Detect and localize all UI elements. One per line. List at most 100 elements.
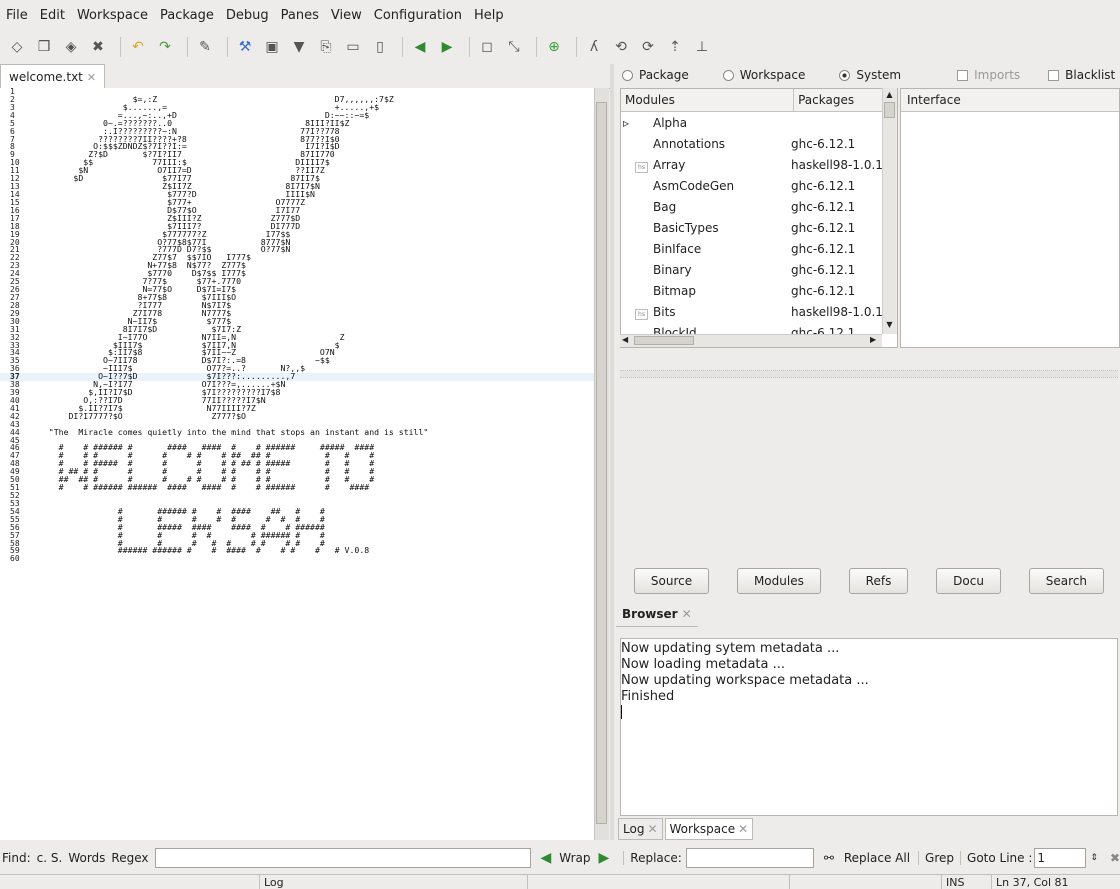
module-row[interactable]: Binary ghc-6.12.1 [621, 259, 897, 280]
debug-icon[interactable]: ʎ [583, 36, 605, 58]
module-row[interactable]: AsmCodeGen ghc-6.12.1 [621, 175, 897, 196]
menu-panes[interactable]: Panes [275, 8, 325, 23]
code-area[interactable]: $=,:Z D7,,,,,,:7$Z $......,= +.....,+$ =… [34, 88, 594, 840]
replace-input[interactable] [685, 848, 814, 868]
modules-button[interactable]: Modules [736, 568, 821, 594]
stop-icon[interactable]: ⊥ [691, 36, 713, 58]
info-divider[interactable] [620, 370, 1118, 378]
menu-view[interactable]: View [325, 8, 368, 23]
insert-mode: INS [942, 875, 992, 889]
checkbox-imports[interactable]: Imports [957, 68, 1020, 82]
menu-workspace[interactable]: Workspace [71, 8, 154, 23]
module-row[interactable]: Annotations ghc-6.12.1 [621, 133, 897, 154]
wrap-toggle[interactable]: Wrap [559, 851, 590, 865]
open-file-icon[interactable]: ❒ [33, 36, 55, 58]
words-toggle[interactable]: Words [68, 851, 105, 865]
build-icon[interactable]: ⚒ [234, 36, 256, 58]
radio-workspace[interactable]: Workspace [717, 68, 805, 82]
install-icon[interactable]: ▼ [288, 36, 310, 58]
back-arrow-icon[interactable]: ◀ [409, 36, 431, 58]
close-file-icon[interactable]: ✖ [87, 36, 109, 58]
menu-debug[interactable]: Debug [220, 8, 275, 23]
tool-icon[interactable]: ⤡ [503, 36, 525, 58]
modules-header: Modules Packages [621, 89, 897, 112]
source-button[interactable]: Source [633, 568, 710, 594]
close-tab-icon[interactable]: ✕ [87, 71, 96, 84]
log-output[interactable]: Now updating sytem metadata ... Now load… [620, 638, 1118, 816]
module-row[interactable]: hs Array haskell98-1.0.1 [621, 154, 897, 175]
checkbox-blacklist[interactable]: Blacklist [1048, 68, 1115, 82]
modules-scrollbar[interactable]: ▲ ▼ [882, 88, 897, 334]
run-icon[interactable]: ▣ [261, 36, 283, 58]
goto-line-input[interactable]: 1 [1034, 848, 1087, 868]
modules-column-header[interactable]: Modules [621, 89, 795, 111]
replace-all-button[interactable]: Replace All [844, 851, 910, 865]
scroll-right-icon[interactable]: ▶ [870, 335, 876, 344]
find-input[interactable] [154, 848, 531, 868]
scroll-left-icon[interactable]: ◀ [622, 335, 628, 344]
expander-icon[interactable]: ▹ [623, 116, 629, 130]
module-cell: hs Array [621, 158, 791, 173]
pane-splitter[interactable] [610, 64, 614, 840]
redo-icon[interactable]: ↷ [154, 36, 176, 58]
close-tab-icon[interactable]: ✕ [682, 607, 692, 621]
interface-header[interactable]: Interface [901, 89, 1119, 112]
search-button[interactable]: Search [1028, 568, 1105, 594]
module-row[interactable]: hs Bits haskell98-1.0.1 [621, 301, 897, 322]
step-icon[interactable]: ⟲ [610, 36, 632, 58]
editor-tab[interactable]: welcome.txt ✕ [0, 64, 106, 89]
find-next-icon[interactable]: ▶ [599, 850, 610, 866]
modules-hscroll-thumb[interactable] [634, 336, 694, 345]
menu-help[interactable]: Help [468, 8, 510, 23]
module-row[interactable]: Bag ghc-6.12.1 [621, 196, 897, 217]
module-cell: Bag [621, 200, 791, 214]
scroll-down-icon[interactable]: ▼ [884, 320, 895, 331]
radio-package[interactable]: Package [616, 68, 689, 82]
tab-workspace[interactable]: Workspace ✕ [664, 818, 754, 840]
browser-pane-tab[interactable]: Browser ✕ [616, 602, 698, 627]
module-row[interactable]: BasicTypes ghc-6.12.1 [621, 217, 897, 238]
editor-scroll-thumb[interactable] [596, 102, 607, 824]
editor-scrollbar[interactable] [594, 88, 609, 840]
forward-arrow-icon[interactable]: ▶ [436, 36, 458, 58]
close-tab-icon[interactable]: ✕ [647, 822, 657, 836]
step-over-icon[interactable]: ⟳ [637, 36, 659, 58]
close-findbar-icon[interactable]: ✖ [1110, 851, 1120, 865]
add-icon[interactable]: ⊕ [543, 36, 565, 58]
regex-toggle[interactable]: Regex [111, 851, 148, 865]
module-name: Bag [653, 199, 677, 214]
radio-dot [622, 69, 633, 81]
scroll-up-icon[interactable]: ▲ [884, 90, 895, 101]
toggle-panel-icon[interactable]: ◻ [476, 36, 498, 58]
save-file-icon[interactable]: ◈ [60, 36, 82, 58]
module-row[interactable]: Bitmap ghc-6.12.1 [621, 280, 897, 301]
menu-file[interactable]: File [0, 8, 34, 23]
close-tab-icon[interactable]: ✕ [738, 822, 748, 836]
grep-button[interactable]: Grep [918, 851, 954, 865]
clean-icon[interactable]: ✎ [194, 36, 216, 58]
spinner-icon[interactable]: ⇕ [1090, 853, 1098, 863]
radio-system[interactable]: System [833, 68, 901, 82]
line-number: 5 [10, 118, 15, 128]
step-out-icon[interactable]: ⇡ [664, 36, 686, 58]
window-icon[interactable]: ▭ [342, 36, 364, 58]
find-previous-icon[interactable]: ◀ [541, 850, 552, 866]
tab-log[interactable]: Log ✕ [618, 818, 663, 840]
modules-hscrollbar[interactable]: ◀ ▶ [620, 334, 882, 347]
refs-button[interactable]: Refs [848, 568, 909, 594]
case-sensitive-toggle[interactable]: c. S. [37, 851, 63, 865]
new-file-icon[interactable]: ◇ [6, 36, 28, 58]
menu-edit[interactable]: Edit [34, 8, 71, 23]
replace-icon[interactable]: ⚯ [824, 851, 834, 865]
source-editor[interactable]: 1 2 3 4 5 6 7 8 9 10 11 12 13 14 15 16 17 18 19 20 21 22 23 24 2… [0, 88, 594, 840]
menu-package[interactable]: Package [154, 8, 220, 23]
modules-scroll-thumb[interactable] [884, 102, 895, 118]
menu-configuration[interactable]: Configuration [368, 8, 468, 23]
docu-button[interactable]: Docu [936, 568, 1001, 594]
module-row[interactable]: ▹ Alpha [621, 112, 897, 133]
copy-icon[interactable]: ⎘ [315, 36, 337, 58]
toolbar: ◇ ❒ ◈ ✖ ↶ ↷ ✎ ⚒ ▣ ▼ ⎘ ▭ ▯ ◀ ▶ ◻ ⤡ ⊕ ʎ ⟲ … [0, 30, 1120, 64]
module-row[interactable]: BinIface ghc-6.12.1 [621, 238, 897, 259]
undo-icon[interactable]: ↶ [127, 36, 149, 58]
window-alt-icon[interactable]: ▯ [369, 36, 391, 58]
